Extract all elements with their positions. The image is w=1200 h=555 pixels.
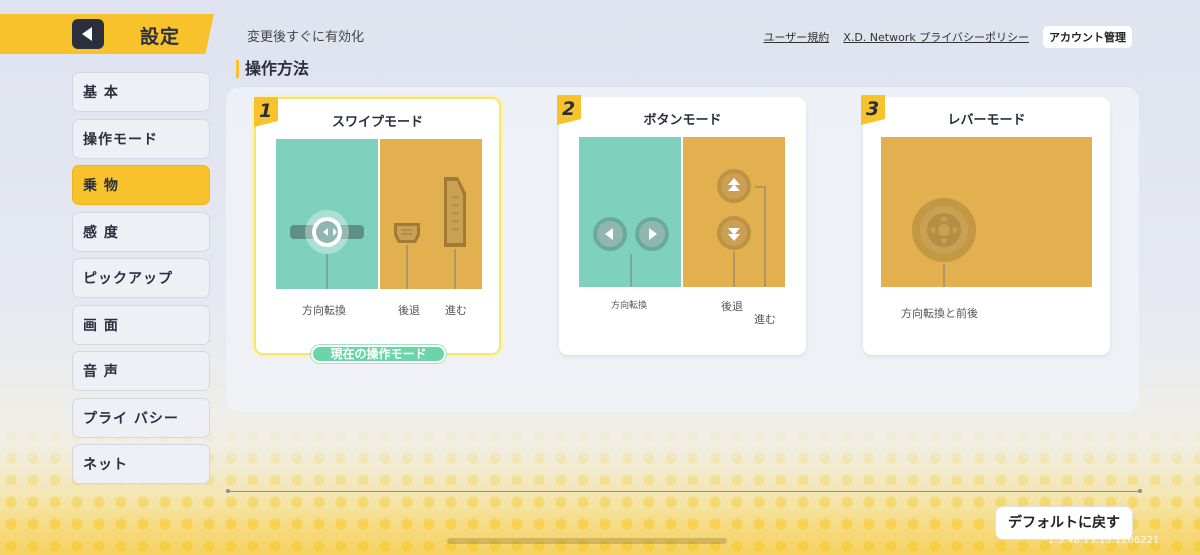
button-controls-icon bbox=[593, 169, 766, 287]
sidebar-item-pickup[interactable]: ピックアップ bbox=[72, 258, 210, 298]
sidebar-item-privacy[interactable]: プライ バシー bbox=[72, 397, 210, 438]
home-indicator bbox=[447, 538, 727, 544]
sidebar-item-label: ピックアップ bbox=[83, 271, 173, 287]
sidebar-item-label: 基 本 bbox=[83, 85, 119, 101]
sidebar-item-vehicle[interactable]: 乗 物 bbox=[72, 165, 210, 205]
steer-label: 方向転換 bbox=[611, 301, 648, 311]
lever-mode-card[interactable]: 3 レバーモード 方向転換と前後 bbox=[861, 95, 1110, 355]
sidebar-item-label: プライ バシー bbox=[83, 410, 179, 427]
steer-label: 方向転換 bbox=[302, 304, 346, 317]
sidebar-item-label: ネット bbox=[83, 457, 128, 473]
card-title: スワイプモード bbox=[331, 115, 423, 130]
button-diagram bbox=[579, 137, 785, 287]
swipe-controls-icon bbox=[290, 177, 466, 289]
version-text: 1.5.48 15.13.1266221 bbox=[1048, 535, 1160, 546]
sidebar-item-control-mode[interactable]: 操作モード bbox=[72, 118, 210, 159]
sidebar-item-label: 感 度 bbox=[83, 224, 119, 241]
card-title: レバーモード bbox=[947, 113, 1026, 128]
sidebar-item-audio[interactable]: 音 声 bbox=[72, 351, 210, 391]
swipe-mode-card[interactable]: 1 スワイプモード 方向転換 後退 進む 現在の操作モード bbox=[254, 97, 501, 363]
sidebar-item-network[interactable]: ネット bbox=[72, 444, 210, 484]
sidebar-item-display[interactable]: 画 面 bbox=[72, 304, 210, 345]
back-arrow-icon bbox=[82, 27, 92, 41]
back-button[interactable] bbox=[72, 19, 104, 49]
back-label: 後退 bbox=[398, 304, 420, 317]
lever-diagram bbox=[881, 137, 1092, 287]
current-mode-badge: 現在の操作モード bbox=[311, 345, 446, 363]
section-title: 操作方法 bbox=[236, 60, 309, 78]
settings-sidebar: 基 本 操作モード 乗 物 感 度 ピックアップ 画 面 音 声 プライ バシー… bbox=[72, 72, 210, 491]
steer-throttle-label: 方向転換と前後 bbox=[901, 307, 978, 320]
title-bar: 設定 bbox=[0, 14, 214, 54]
sidebar-item-label: 画 面 bbox=[83, 317, 119, 334]
card-title: ボタンモード bbox=[643, 113, 722, 128]
sidebar-item-label: 操作モード bbox=[83, 131, 158, 148]
back-label: 後退 bbox=[721, 300, 743, 313]
top-links: ユーザー規約 X.D. Network プライバシーポリシー アカウント管理 bbox=[764, 26, 1132, 48]
forward-label: 進む bbox=[754, 313, 776, 326]
sidebar-item-label: 音 声 bbox=[83, 364, 119, 380]
page-title: 設定 bbox=[140, 26, 181, 48]
privacy-policy-link[interactable]: X.D. Network プライバシーポリシー bbox=[843, 29, 1029, 45]
joystick-icon bbox=[912, 198, 976, 287]
apply-notice: 変更後すぐに有効化 bbox=[247, 30, 365, 45]
forward-label: 進む bbox=[445, 304, 467, 317]
swipe-diagram bbox=[276, 139, 482, 289]
sidebar-item-label: 乗 物 bbox=[83, 178, 119, 194]
terms-link[interactable]: ユーザー規約 bbox=[764, 29, 830, 45]
button-mode-card[interactable]: 2 ボタンモード 方向転換 後退 進む bbox=[557, 95, 806, 355]
divider bbox=[226, 489, 1142, 493]
sidebar-item-basic[interactable]: 基 本 bbox=[72, 72, 210, 112]
sidebar-item-sensitivity[interactable]: 感 度 bbox=[72, 211, 210, 252]
account-management-button[interactable]: アカウント管理 bbox=[1043, 26, 1132, 48]
